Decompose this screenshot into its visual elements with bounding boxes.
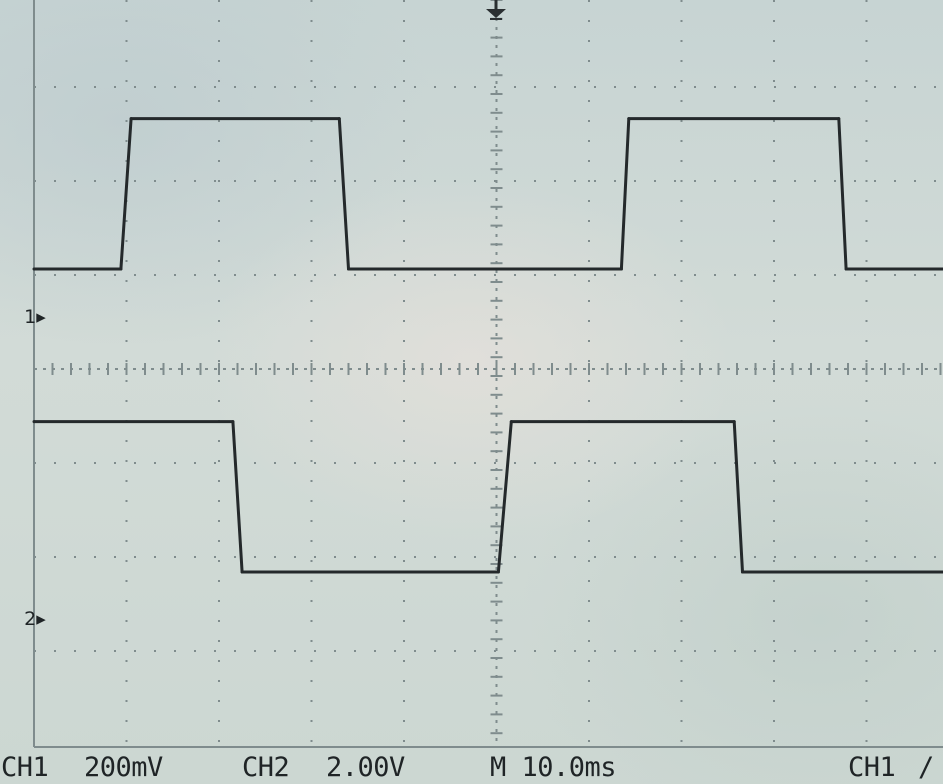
trace-point-ch2 <box>509 420 513 424</box>
ch2-ground-marker: 2▸ <box>0 589 46 649</box>
trace-point-ch1 <box>32 267 36 271</box>
trace-ch1 <box>34 117 943 271</box>
ch2-marker-label: 2 <box>24 608 37 630</box>
ground-marker-icon: ▸ <box>36 306 46 328</box>
trigger-position-icon <box>486 0 506 20</box>
ch1-ground-marker: 1▸ <box>0 287 46 347</box>
trace-point-ch1 <box>837 117 841 121</box>
ch2-scale: 2.00V <box>326 752 405 783</box>
trace-point-ch1 <box>844 267 848 271</box>
trace-point-ch1 <box>347 267 350 271</box>
timebase-readout: M 10.0ms <box>490 752 617 783</box>
waveform-display <box>32 0 943 748</box>
trace-ch2 <box>34 420 943 574</box>
traces <box>32 117 943 574</box>
trace-point-ch1 <box>129 117 133 121</box>
trace-point-ch2 <box>240 570 244 574</box>
trace-point-ch2 <box>741 570 745 574</box>
trace-point-ch1 <box>627 117 631 121</box>
graticule <box>33 0 943 748</box>
trigger-slope-icon: / <box>918 752 934 783</box>
trace-point-ch2 <box>231 420 235 424</box>
trace-point-ch1 <box>119 267 123 271</box>
trace-point-ch1 <box>619 267 623 271</box>
trace-point-ch2 <box>496 570 500 574</box>
oscilloscope-screen: 1▸ 2▸ CH1 200mV CH2 2.00V M 10.0ms CH1 / <box>0 0 943 784</box>
ground-marker-icon: ▸ <box>36 608 46 630</box>
ch1-label: CH1 <box>1 752 49 783</box>
trigger-source: CH1 <box>848 752 896 783</box>
ch2-label: CH2 <box>242 752 290 783</box>
trace-point-ch2 <box>732 420 736 424</box>
trace-point-ch1 <box>337 117 341 121</box>
trace-point-ch2 <box>32 420 36 424</box>
ch1-marker-label: 1 <box>24 306 37 328</box>
ch1-scale: 200mV <box>84 752 163 783</box>
